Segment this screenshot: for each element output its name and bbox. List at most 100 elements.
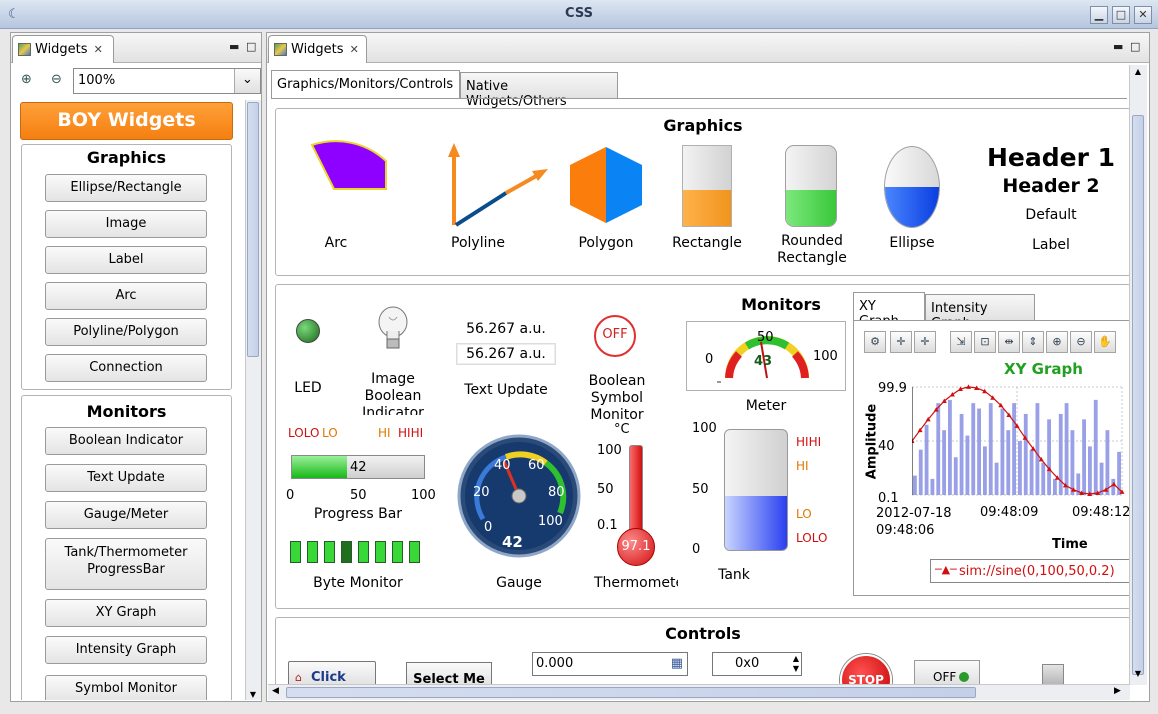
- zoom-out-icon[interactable]: ⊖: [1070, 331, 1092, 353]
- vertical-zoom-icon[interactable]: ⇕: [1022, 331, 1044, 353]
- polygon-widget[interactable]: [566, 145, 646, 225]
- palette-polyline-polygon[interactable]: Polyline/Polygon: [45, 318, 207, 346]
- editor-hscroll[interactable]: ◀ ▶: [268, 684, 1130, 700]
- graph-bar: [1035, 403, 1040, 495]
- scroll-down-icon[interactable]: ▼: [246, 690, 260, 699]
- graph-bar: [948, 399, 952, 495]
- rectangle-caption: Rectangle: [672, 235, 742, 251]
- meter-widget[interactable]: 0 50 100 43: [686, 321, 846, 391]
- xy-graph-panel: ⚙ ✛ ✛ ⇲ ⊡ ⇹ ⇕ ⊕ ⊖ ✋ XY Graph Amplitude 9…: [853, 320, 1130, 596]
- remove-annotation-icon[interactable]: ✛: [914, 331, 936, 353]
- editor-vscroll[interactable]: ▲ ▼: [1129, 65, 1147, 685]
- tab-intensity-graph[interactable]: Intensity Graph: [925, 294, 1035, 331]
- thermometer-tube[interactable]: [629, 445, 643, 540]
- pan-icon[interactable]: ✋: [1094, 331, 1116, 353]
- click-button[interactable]: ⌂ Click: [288, 661, 376, 685]
- maximize-button[interactable]: □: [1112, 6, 1130, 24]
- select-me-combo[interactable]: Select Me: [406, 662, 492, 685]
- close-tab-icon[interactable]: ✕: [94, 43, 103, 56]
- editor-vscroll-thumb[interactable]: [1132, 115, 1144, 675]
- minimize-button[interactable]: ▁: [1090, 6, 1108, 24]
- rubberband-zoom-icon[interactable]: ⊡: [974, 331, 996, 353]
- stop-button[interactable]: STOP: [840, 654, 892, 685]
- palette-scrollbar[interactable]: ▼: [245, 100, 261, 700]
- ellipse-widget[interactable]: [884, 146, 940, 228]
- palette-gauge-meter[interactable]: Gauge/Meter: [45, 501, 207, 529]
- maximize-view-icon[interactable]: □: [246, 40, 256, 53]
- palette-connection[interactable]: Connection: [45, 354, 207, 382]
- hex-spinner[interactable]: 0x0 ▲ ▼: [712, 652, 802, 676]
- gauge-value: 42: [502, 533, 523, 551]
- palette-label[interactable]: Label: [45, 246, 207, 274]
- tab-xy-graph[interactable]: XY Graph: [853, 292, 925, 329]
- palette-xy-graph[interactable]: XY Graph: [45, 599, 207, 627]
- zoom-combo[interactable]: 100% ⌄: [73, 68, 261, 94]
- arc-widget[interactable]: [304, 139, 394, 199]
- graph-bar: [1099, 462, 1104, 495]
- tank-caption: Tank: [718, 567, 750, 583]
- boolean-symbol-monitor[interactable]: OFF: [594, 315, 636, 357]
- close-tab-icon[interactable]: ✕: [350, 43, 359, 56]
- add-annotation-icon[interactable]: ✛: [890, 331, 912, 353]
- palette-text-update[interactable]: Text Update: [45, 464, 207, 492]
- zoom-in-icon[interactable]: ⊕: [1046, 331, 1068, 353]
- horizontal-zoom-icon[interactable]: ⇹: [998, 331, 1020, 353]
- calendar-icon[interactable]: ▦: [671, 656, 683, 671]
- palette-ellipse-rectangle[interactable]: Ellipse/Rectangle: [45, 174, 207, 202]
- image-bool-line-1: Image: [371, 371, 415, 387]
- graph-bar: [1018, 441, 1022, 495]
- rectangle-widget[interactable]: [682, 145, 732, 227]
- chevron-down-icon[interactable]: ⌄: [234, 69, 260, 93]
- maximize-editor-icon[interactable]: □: [1130, 40, 1140, 53]
- text-update-value-1[interactable]: 56.267 a.u.: [456, 321, 556, 337]
- graph-bar: [1093, 399, 1098, 495]
- config-icon[interactable]: ⚙: [864, 331, 886, 353]
- action-button[interactable]: [1042, 664, 1064, 685]
- tank-widget[interactable]: [724, 429, 788, 551]
- graphics-title: Graphics: [663, 116, 743, 135]
- scroll-down-icon[interactable]: ▼: [1132, 669, 1144, 678]
- tab-native-widgets-others[interactable]: Native Widgets/Others: [460, 72, 618, 109]
- editor-tab[interactable]: Widgets ✕: [268, 35, 367, 63]
- graph-bar: [924, 424, 929, 495]
- palette-intensity-graph[interactable]: Intensity Graph: [45, 636, 207, 664]
- lightbulb-icon[interactable]: [376, 305, 410, 357]
- xy-plot-area[interactable]: [912, 383, 1130, 501]
- window-titlebar: ☾ CSS ▁ □ ✕: [0, 0, 1158, 29]
- zoom-out-icon[interactable]: ⊖: [51, 72, 62, 87]
- minimize-editor-icon[interactable]: ▬: [1113, 40, 1123, 53]
- palette-tank-thermometer[interactable]: Tank/Thermometer ProgressBar: [45, 538, 207, 590]
- boolean-toggle[interactable]: OFF: [914, 660, 980, 685]
- graph-bar: [994, 462, 999, 495]
- palette-boolean-indicator[interactable]: Boolean Indicator: [45, 427, 207, 455]
- meter-caption: Meter: [745, 398, 787, 414]
- autoscale-icon[interactable]: ⇲: [950, 331, 972, 353]
- palette-image[interactable]: Image: [45, 210, 207, 238]
- scroll-up-icon[interactable]: ▲: [1132, 67, 1144, 76]
- progress-tick-50: 50: [350, 488, 367, 503]
- zoom-in-icon[interactable]: ⊕: [21, 72, 32, 87]
- editor-hscroll-thumb[interactable]: [286, 687, 976, 698]
- palette-symbol-monitor[interactable]: Symbol Monitor: [45, 675, 207, 700]
- progress-bar[interactable]: 42: [291, 455, 425, 479]
- controls-group: Controls ⌂ Click Select Me 0.000 ▦ 0x0 ▲…: [275, 617, 1130, 685]
- spinner-arrows-icon[interactable]: ▲ ▼: [793, 654, 799, 674]
- rounded-caption-line-2: Rectangle: [777, 250, 847, 266]
- graph-bar: [983, 446, 987, 495]
- date-spinner-input[interactable]: 0.000 ▦: [532, 652, 688, 676]
- palette-scroll-thumb[interactable]: [247, 102, 259, 357]
- palette-arc[interactable]: Arc: [45, 282, 207, 310]
- tank-lo: LO: [796, 507, 812, 521]
- byte-monitor[interactable]: [290, 541, 426, 565]
- tab-graphics-monitors-controls[interactable]: Graphics/Monitors/Controls: [271, 70, 460, 98]
- rounded-rectangle-widget[interactable]: [785, 145, 837, 227]
- minimize-view-icon[interactable]: ▬: [229, 40, 239, 53]
- scroll-left-icon[interactable]: ◀: [272, 686, 279, 696]
- polyline-widget[interactable]: [434, 139, 554, 229]
- scroll-right-icon[interactable]: ▶: [1114, 686, 1121, 696]
- text-update-value-2[interactable]: 56.267 a.u.: [456, 343, 556, 365]
- led-indicator[interactable]: [296, 319, 320, 343]
- palette-tab[interactable]: Widgets ✕: [12, 35, 114, 63]
- thermometer-caption: Thermometer: [594, 575, 678, 591]
- close-button[interactable]: ✕: [1134, 6, 1152, 24]
